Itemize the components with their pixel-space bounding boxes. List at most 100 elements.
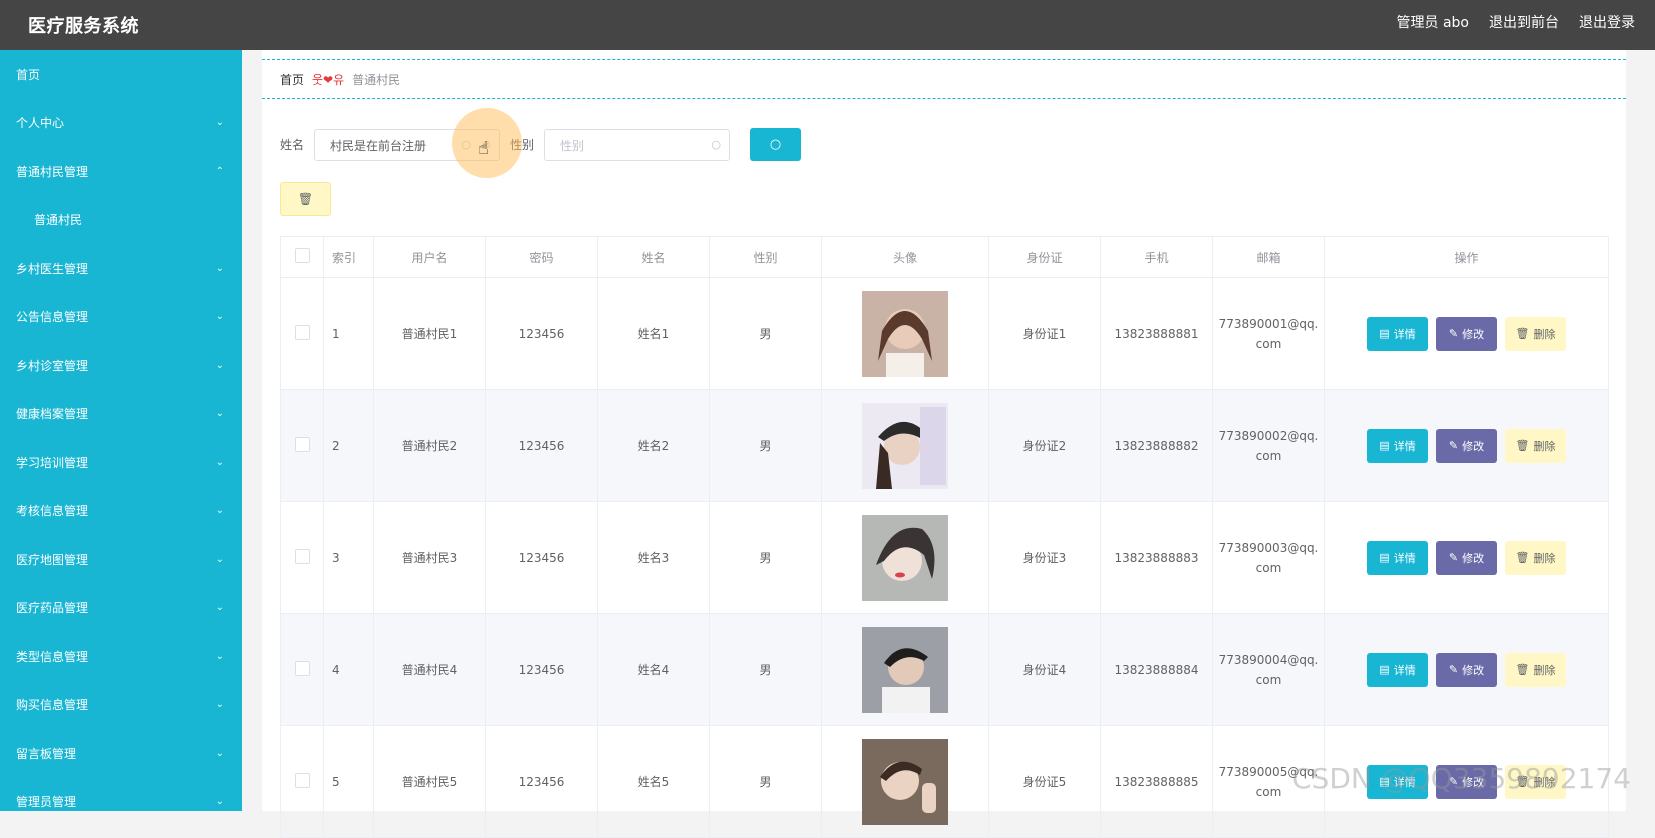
detail-button[interactable]: ▤ 详情 — [1367, 652, 1428, 687]
row-select-cell[interactable] — [280, 501, 324, 614]
row-checkbox[interactable] — [294, 324, 310, 340]
cell-idcard: 身份证2 — [988, 389, 1101, 502]
cell-username: 普通村民5 — [373, 725, 486, 838]
email-part: 773890001@qq. — [1218, 316, 1319, 331]
pencil-icon: ✎ — [1448, 663, 1459, 676]
sidebar-item-medicine-management[interactable]: 医疗药品管理 ⌄ — [0, 584, 242, 633]
cell-phone: 13823888882 — [1100, 389, 1213, 502]
cell-phone: 13823888883 — [1100, 501, 1213, 614]
email-part: 773890002@qq. — [1218, 428, 1319, 443]
cell-idcard: 身份证3 — [988, 501, 1101, 614]
column-header-name: 姓名 — [597, 236, 710, 278]
edit-button[interactable]: ✎ 修改 — [1436, 652, 1497, 687]
avatar — [862, 626, 948, 713]
chevron-down-icon: ⌄ — [215, 117, 224, 129]
sidebar-item-training-management[interactable]: 学习培训管理 ⌄ — [0, 438, 242, 487]
column-header-username: 用户名 — [373, 236, 486, 278]
sidebar-item-doctor-management[interactable]: 乡村医生管理 ⌄ — [0, 244, 242, 293]
admin-label: 管理员 abo — [1396, 15, 1469, 31]
cell-password: 123456 — [485, 389, 598, 502]
name-input[interactable] — [328, 137, 453, 154]
pencil-icon: ✎ — [1448, 551, 1459, 564]
mouse-cursor-highlight: ☝ — [452, 108, 522, 178]
hand-cursor-icon: ☝ — [478, 138, 489, 159]
table-row: 3 普通村民3 123456 姓名3 男 身份证3 13823888883 77… — [280, 501, 1609, 614]
sidebar-item-personal-center[interactable]: 个人中心 ⌄ — [0, 99, 242, 148]
delete-button[interactable]: 🗑 删除 — [1505, 652, 1566, 687]
delete-button[interactable]: 🗑 删除 — [1505, 540, 1566, 575]
column-header-avatar: 头像 — [821, 236, 989, 278]
main-content: 首页 웃❤유 普通村民 姓名 ○ ⊗ 性别 ○ ○ ☝ 🗑 索引 用户名 密码 … — [262, 50, 1626, 838]
edit-button[interactable]: ✎ 修改 — [1436, 540, 1497, 575]
chevron-down-icon: ⌄ — [215, 747, 224, 759]
chevron-down-icon: ⌄ — [215, 456, 224, 468]
cell-phone: 13823888885 — [1100, 725, 1213, 838]
document-icon: ▤ — [1379, 551, 1390, 564]
cell-actions: ▤ 详情 ✎ 修改 🗑 删除 — [1324, 277, 1609, 390]
select-all-header[interactable] — [280, 236, 324, 278]
row-checkbox[interactable] — [294, 436, 310, 452]
row-checkbox[interactable] — [294, 548, 310, 564]
detail-button[interactable]: ▤ 详情 — [1367, 428, 1428, 463]
cell-email: 773890002@qq. com — [1212, 389, 1325, 502]
logout-link[interactable]: 退出登录 — [1579, 12, 1635, 32]
row-checkbox[interactable] — [294, 660, 310, 676]
search-bar: 姓名 ○ ⊗ 性别 ○ ○ — [280, 128, 802, 161]
exit-to-front-link[interactable]: 退出到前台 — [1489, 12, 1559, 32]
chevron-down-icon: ⌄ — [215, 699, 224, 711]
cell-index: 2 — [323, 389, 374, 502]
cell-avatar — [821, 389, 989, 502]
detail-button[interactable]: ▤ 详情 — [1367, 540, 1428, 575]
cell-phone: 13823888881 — [1100, 277, 1213, 390]
chevron-down-icon: ⌄ — [215, 359, 224, 371]
column-header-gender: 性别 — [709, 236, 822, 278]
sidebar-item-villager-management[interactable]: 普通村民管理 ⌃ — [0, 147, 242, 196]
cell-name: 姓名1 — [597, 277, 710, 390]
sidebar-item-admin-management[interactable]: 管理员管理 ⌄ — [0, 778, 242, 812]
sidebar-item-message-board-management[interactable]: 留言板管理 ⌄ — [0, 729, 242, 778]
chevron-down-icon: ⌄ — [215, 408, 224, 420]
cell-actions: ▤ 详情 ✎ 修改 🗑 删除 — [1324, 501, 1609, 614]
sidebar-item-home[interactable]: 首页 — [0, 50, 242, 99]
cell-username: 普通村民1 — [373, 277, 486, 390]
chevron-down-icon: ⌄ — [215, 262, 224, 274]
delete-button[interactable]: 🗑 删除 — [1505, 316, 1566, 351]
sidebar-item-health-record-management[interactable]: 健康档案管理 ⌄ — [0, 390, 242, 439]
table-row: 2 普通村民2 123456 姓名2 男 身份证2 13823888882 77… — [280, 389, 1609, 502]
sidebar-item-assessment-management[interactable]: 考核信息管理 ⌄ — [0, 487, 242, 536]
cell-username: 普通村民3 — [373, 501, 486, 614]
row-checkbox[interactable] — [294, 772, 310, 788]
watermark: CSDN @QQ3359892174 — [1292, 762, 1631, 795]
cell-gender: 男 — [709, 277, 822, 390]
batch-delete-button[interactable]: 🗑 — [280, 182, 331, 216]
top-bar: 医疗服务系统 管理员 abo 退出到前台 退出登录 — [0, 0, 1655, 50]
name-label: 姓名 — [280, 138, 305, 152]
cell-actions: ▤ 详情 ✎ 修改 🗑 删除 — [1324, 389, 1609, 502]
cell-gender: 男 — [709, 613, 822, 726]
select-all-checkbox[interactable] — [294, 248, 310, 263]
cell-index: 4 — [323, 613, 374, 726]
edit-button[interactable]: ✎ 修改 — [1436, 428, 1497, 463]
sidebar-item-type-management[interactable]: 类型信息管理 ⌄ — [0, 632, 242, 681]
sidebar-item-notice-management[interactable]: 公告信息管理 ⌄ — [0, 293, 242, 342]
cell-email: 773890001@qq. com — [1212, 277, 1325, 390]
row-select-cell[interactable] — [280, 389, 324, 502]
gender-field[interactable]: ○ — [544, 128, 731, 161]
sidebar-item-purchase-management[interactable]: 购买信息管理 ⌄ — [0, 681, 242, 730]
sidebar-item-medical-map-management[interactable]: 医疗地图管理 ⌄ — [0, 535, 242, 584]
delete-button[interactable]: 🗑 删除 — [1505, 428, 1566, 463]
detail-button[interactable]: ▤ 详情 — [1367, 316, 1428, 351]
row-select-cell[interactable] — [280, 613, 324, 726]
gender-input[interactable] — [558, 137, 683, 154]
row-select-cell[interactable] — [280, 725, 324, 838]
sidebar-item-clinic-management[interactable]: 乡村诊室管理 ⌄ — [0, 341, 242, 390]
row-select-cell[interactable] — [280, 277, 324, 390]
column-header-actions: 操作 — [1324, 236, 1609, 278]
cell-actions: ▤ 详情 ✎ 修改 🗑 删除 — [1324, 613, 1609, 726]
table-row: 4 普通村民4 123456 姓名4 男 身份证4 13823888884 77… — [280, 613, 1609, 726]
cell-name: 姓名5 — [597, 725, 710, 838]
breadcrumb-home[interactable]: 首页 — [280, 71, 304, 88]
sidebar-subitem-villager[interactable]: 普通村民 — [0, 196, 242, 245]
search-button[interactable]: ○ — [750, 128, 802, 161]
edit-button[interactable]: ✎ 修改 — [1436, 316, 1497, 351]
